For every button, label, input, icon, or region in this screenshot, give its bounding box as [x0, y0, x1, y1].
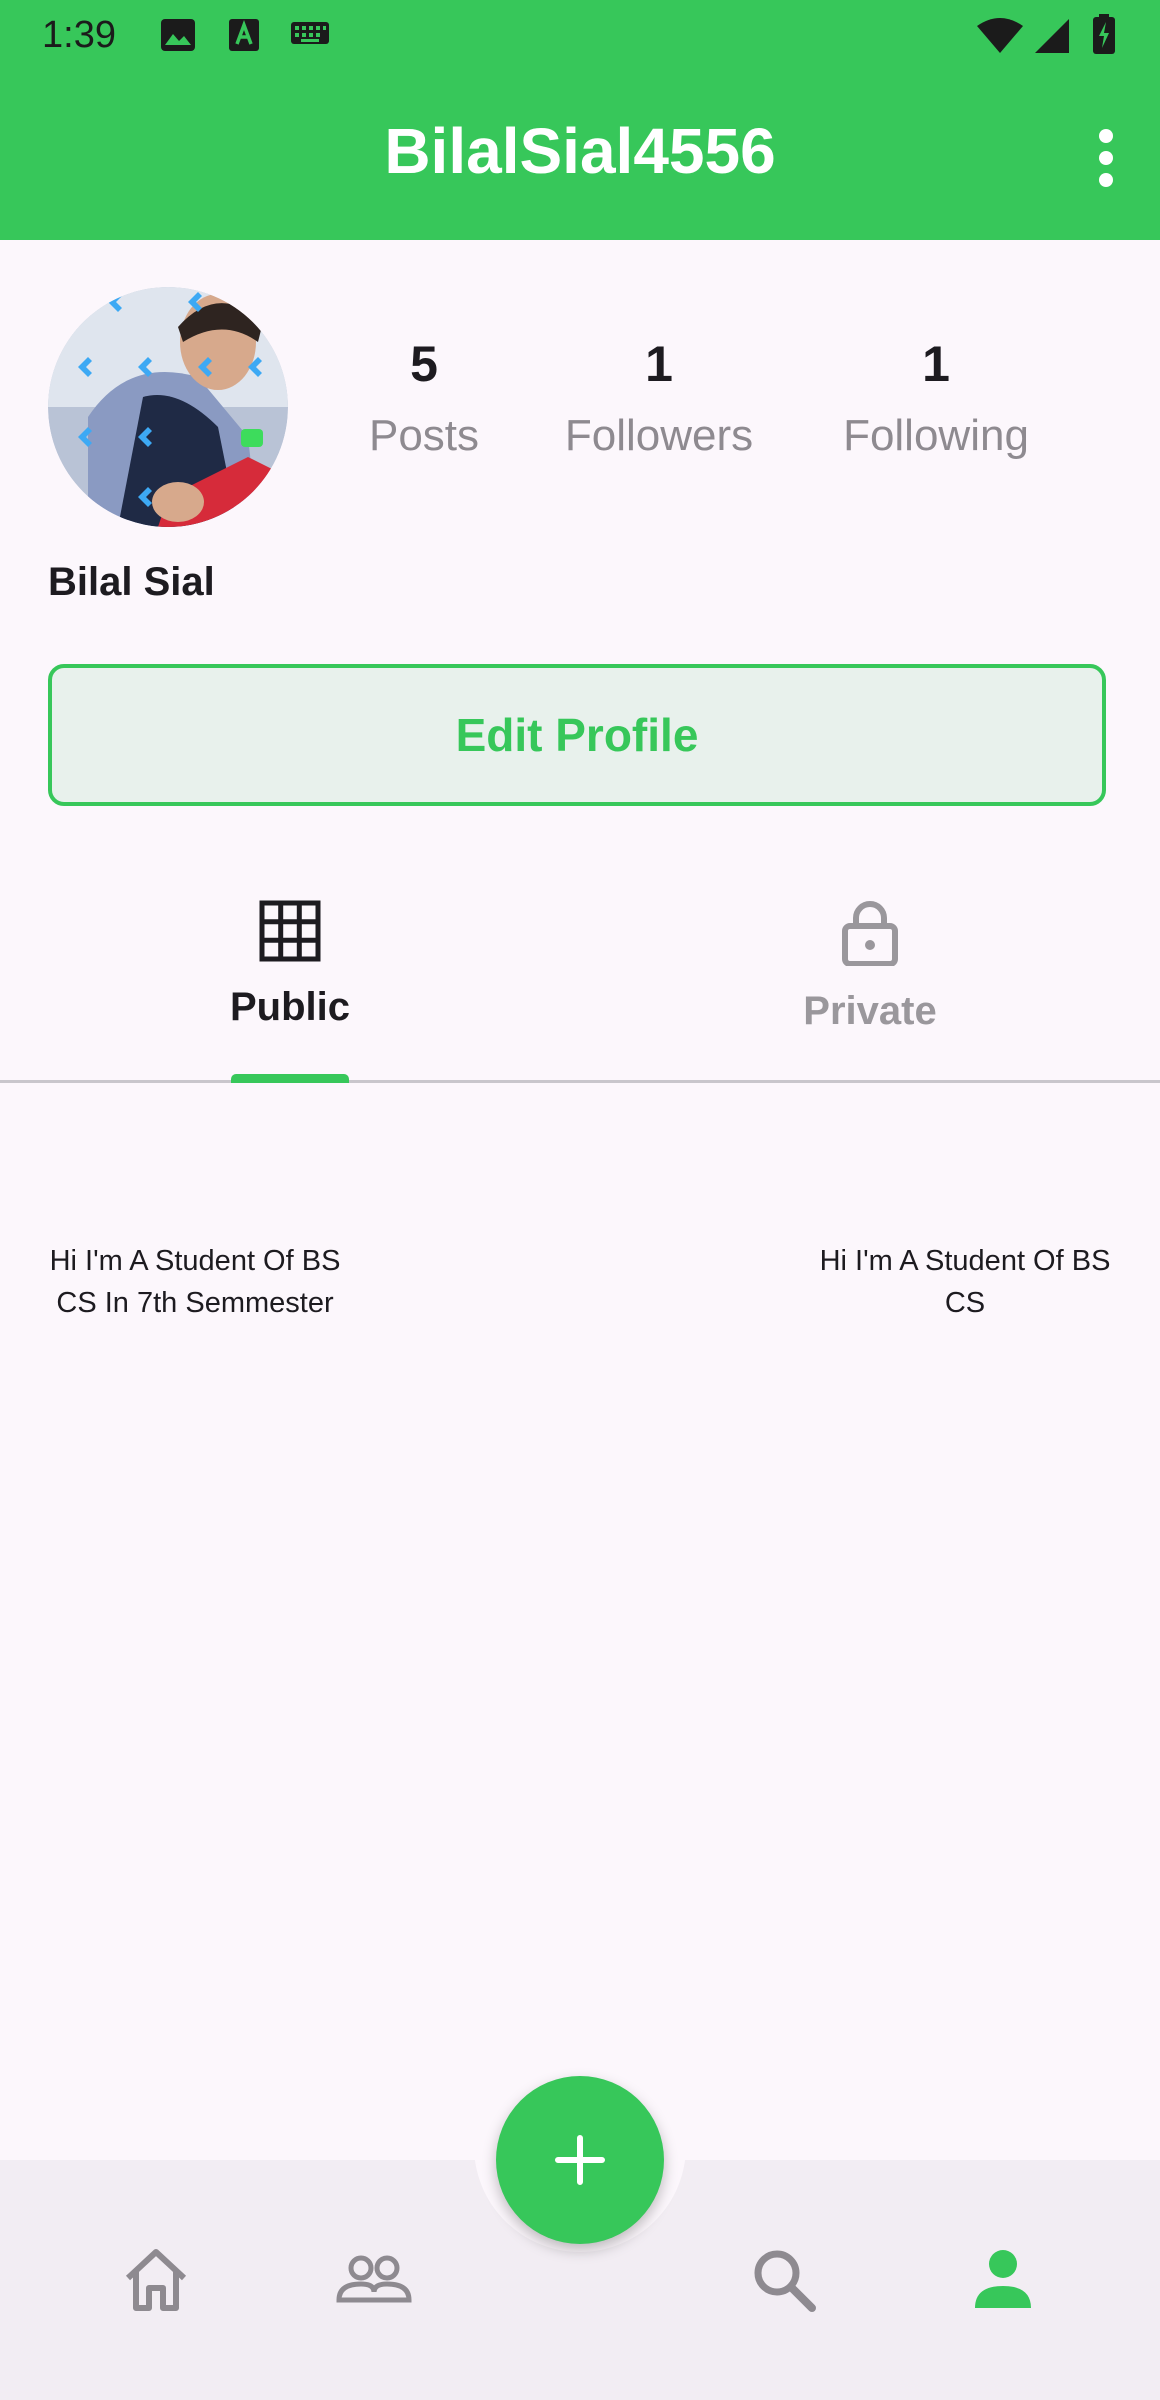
app-bar: BilalSial4556: [0, 70, 1160, 240]
page-title: BilalSial4556: [384, 115, 776, 187]
stat-followers[interactable]: 1 Followers: [549, 335, 769, 461]
wifi-icon: [976, 18, 1024, 59]
add-post-button[interactable]: [496, 2076, 664, 2244]
avatar[interactable]: [48, 287, 288, 527]
search-icon: [754, 2250, 816, 2312]
signal-icon: [1034, 18, 1070, 59]
image-icon: [160, 18, 196, 57]
stat-label: Followers: [564, 411, 754, 460]
status-time: 1:39: [42, 14, 116, 56]
nav-people[interactable]: [334, 2240, 414, 2320]
person-icon: [975, 2250, 1031, 2308]
people-icon: [336, 2255, 412, 2303]
stat-posts[interactable]: 5 Posts: [314, 335, 534, 461]
profile-name: Bilal Sial: [48, 560, 215, 604]
home-icon: [125, 2249, 187, 2311]
lock-icon: [580, 900, 1160, 971]
stat-label: Following: [843, 411, 1029, 460]
more-vert-icon[interactable]: [1066, 118, 1146, 198]
add-icon: [555, 2135, 605, 2185]
a-notification-icon: [228, 18, 260, 57]
stat-label: Posts: [368, 411, 480, 460]
stat-count: 5: [410, 336, 438, 392]
stat-count: 1: [645, 336, 673, 392]
grid-icon: [0, 900, 580, 967]
status-bar: 1:39: [0, 0, 1160, 70]
stat-count: 1: [922, 336, 950, 392]
tab-public[interactable]: Public: [0, 900, 580, 1080]
tab-private[interactable]: Private: [580, 900, 1160, 1080]
tab-label: Public: [229, 985, 351, 1029]
keyboard-icon: [290, 18, 330, 53]
stat-following[interactable]: 1 Following: [826, 335, 1046, 461]
nav-search[interactable]: [744, 2240, 824, 2320]
tab-divider: [0, 1080, 1160, 1083]
battery-charging-icon: [1092, 14, 1116, 59]
post-item[interactable]: Hi I'm A Student Of BS CS: [800, 1240, 1130, 1324]
nav-profile[interactable]: [963, 2240, 1043, 2320]
edit-profile-button[interactable]: Edit Profile: [48, 664, 1106, 806]
tab-label: Private: [803, 989, 937, 1033]
tab-indicator: [231, 1074, 349, 1083]
nav-home[interactable]: [116, 2240, 196, 2320]
post-item[interactable]: Hi I'm A Student Of BS CS In 7th Semmest…: [30, 1240, 360, 1324]
